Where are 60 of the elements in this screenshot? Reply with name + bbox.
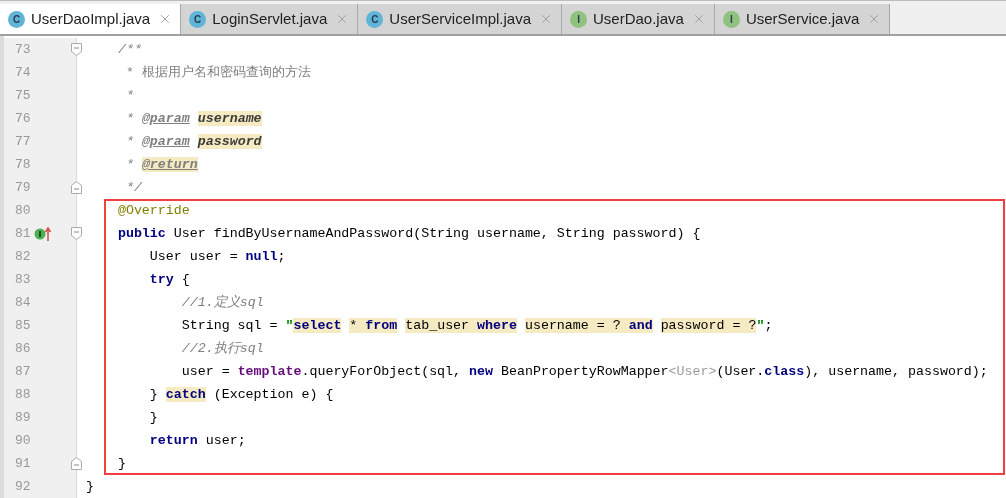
line-number: 88 <box>15 385 31 404</box>
tab-label: UserServiceImpl.java <box>389 8 531 29</box>
code-line: user = template.queryForObject(sql, new BeanPropertyRowMapper<User>(User.class), username, password); <box>180 363 988 381</box>
fold-icon[interactable] <box>71 181 82 194</box>
line-number: 90 <box>15 431 31 450</box>
code-line: * <box>124 87 134 105</box>
line-number: 92 <box>15 477 31 496</box>
code-line: * @param password <box>124 133 262 151</box>
file-tab[interactable]: C UserServiceImpl.java <box>358 4 562 34</box>
code-line: /** <box>116 41 142 59</box>
code-line: //2.执行sql <box>180 340 264 358</box>
fold-icon[interactable] <box>71 457 82 470</box>
close-icon[interactable] <box>539 12 553 26</box>
line-number: 84 <box>15 293 31 312</box>
line-number: 81 <box>15 224 31 243</box>
line-number: 74 <box>15 63 31 82</box>
file-tab[interactable]: I UserService.java <box>714 4 891 34</box>
code-line: } <box>116 455 126 473</box>
code-line: * 根据用户名和密码查询的方法 <box>124 64 311 82</box>
fold-icon[interactable] <box>71 43 82 56</box>
line-number: 85 <box>15 316 31 335</box>
line-number: 78 <box>15 155 31 174</box>
tab-label: UserDao.java <box>593 8 684 29</box>
file-type-icon: C <box>8 10 25 28</box>
file-type-icon: I <box>570 10 587 28</box>
file-tab[interactable]: I UserDao.java <box>562 4 715 34</box>
code-line: try { <box>148 271 190 289</box>
line-number: 79 <box>15 178 31 197</box>
code-line: //1.定义sql <box>180 294 264 312</box>
line-number: 86 <box>15 339 31 358</box>
line-number: 89 <box>15 408 31 427</box>
implements-icon[interactable] <box>34 225 52 242</box>
file-type-icon: C <box>366 10 384 28</box>
code-line: } catch (Exception e) { <box>148 386 334 404</box>
code-line: * @param username <box>124 110 262 128</box>
tab-label: LoginServlet.java <box>212 8 328 29</box>
file-tab[interactable]: C UserDaoImpl.java <box>0 4 182 34</box>
code-line: return user; <box>148 432 246 450</box>
line-number: 91 <box>15 454 31 473</box>
line-number: 83 <box>15 270 31 289</box>
line-number: 73 <box>15 40 31 59</box>
file-type-icon: C <box>189 10 207 28</box>
file-type-icon: I <box>722 10 740 28</box>
line-number: 76 <box>15 109 31 128</box>
line-number: 87 <box>15 362 31 381</box>
tab-label: UserDaoImpl.java <box>31 8 151 29</box>
code-line: */ <box>124 179 142 197</box>
code-line: } <box>85 478 94 496</box>
fold-icon[interactable] <box>71 227 82 240</box>
code-line: String sql = "select * from tab_user where username = ? and password = ?"; <box>180 317 773 335</box>
code-line: User user = null; <box>148 248 286 266</box>
code-line: public User findByUsernameAndPassword(String username, String password) { <box>116 225 701 243</box>
file-tab[interactable]: C LoginServlet.java <box>181 4 359 34</box>
code-line: @Override <box>116 202 190 220</box>
code-line: } <box>148 409 158 427</box>
tab-label: UserService.java <box>745 8 860 29</box>
line-number: 77 <box>15 132 31 151</box>
line-number: 82 <box>15 247 31 266</box>
line-number: 75 <box>15 86 31 105</box>
line-number: 80 <box>15 201 31 220</box>
